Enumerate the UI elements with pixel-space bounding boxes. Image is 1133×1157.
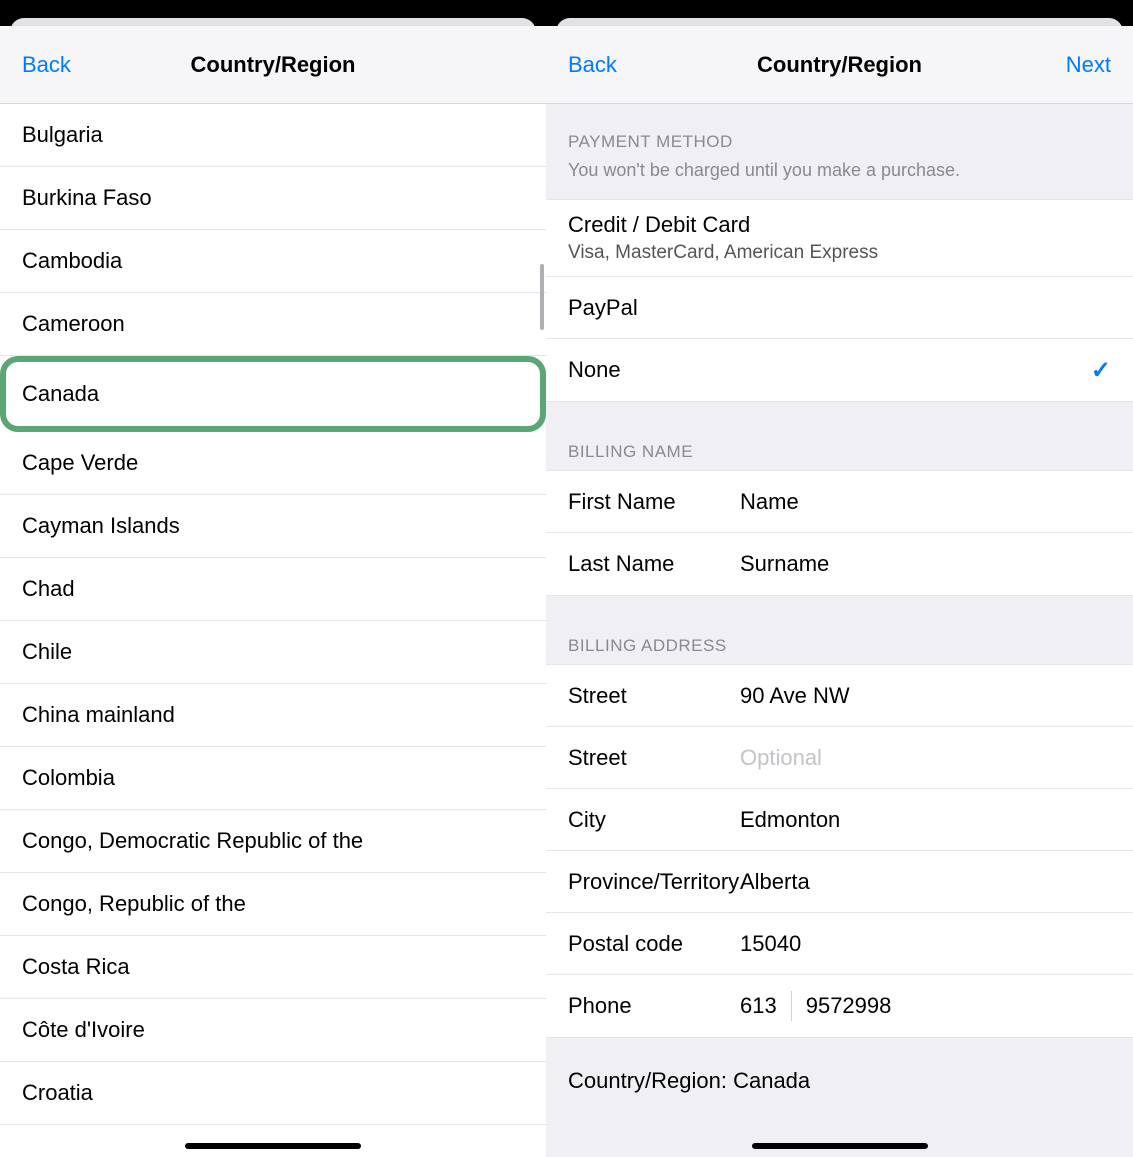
home-indicator[interactable] — [185, 1143, 361, 1149]
country-label: Chad — [22, 576, 75, 602]
separator — [791, 991, 792, 1021]
city-row[interactable]: City Edmonton — [546, 789, 1133, 851]
last-name-row[interactable]: Last Name Surname — [546, 533, 1133, 595]
checkmark-icon: ✓ — [1091, 356, 1111, 385]
province-row[interactable]: Province/Territory Alberta — [546, 851, 1133, 913]
country-row[interactable]: China mainland — [0, 684, 546, 747]
payment-options-group: Credit / Debit Card Visa, MasterCard, Am… — [546, 199, 1133, 402]
phone-row[interactable]: Phone 613 9572998 — [546, 975, 1133, 1037]
country-row[interactable]: Costa Rica — [0, 936, 546, 999]
last-name-value[interactable]: Surname — [740, 551, 1111, 577]
country-row[interactable]: Cameroon — [0, 293, 546, 356]
phone-number[interactable]: 9572998 — [806, 993, 892, 1019]
country-label: Cameroon — [22, 311, 125, 337]
country-row[interactable]: Congo, Democratic Republic of the — [0, 810, 546, 873]
province-value[interactable]: Alberta — [740, 869, 1111, 895]
street2-placeholder[interactable]: Optional — [740, 745, 1111, 771]
page-title: Country/Region — [757, 52, 922, 78]
country-label: Cape Verde — [22, 450, 138, 476]
country-row[interactable]: Cape Verde — [0, 432, 546, 495]
page-title: Country/Region — [191, 52, 356, 78]
nav-bar: Back Country/Region — [0, 26, 546, 104]
country-row[interactable]: Chile — [0, 621, 546, 684]
payment-paypal-label: PayPal — [568, 295, 638, 321]
country-row-highlighted[interactable]: Canada — [0, 356, 546, 432]
street-value[interactable]: 90 Ave NW — [740, 683, 1111, 709]
form-content[interactable]: PAYMENT METHOD You won't be charged unti… — [546, 104, 1133, 1157]
screen-billing-form: Back Country/Region Next PAYMENT METHOD … — [546, 0, 1133, 1157]
country-label: Cayman Islands — [22, 513, 180, 539]
country-row[interactable]: Croatia — [0, 1062, 546, 1125]
billing-name-group: First Name Name Last Name Surname — [546, 470, 1133, 596]
payment-none-label: None — [568, 357, 621, 383]
phone-prefix[interactable]: 613 — [740, 993, 777, 1019]
section-header-payment: PAYMENT METHOD — [546, 104, 1133, 160]
street2-row[interactable]: Street Optional — [546, 727, 1133, 789]
street-row[interactable]: Street 90 Ave NW — [546, 665, 1133, 727]
country-label: Costa Rica — [22, 954, 130, 980]
postal-label: Postal code — [568, 931, 740, 957]
first-name-value[interactable]: Name — [740, 489, 1111, 515]
first-name-label: First Name — [568, 489, 740, 515]
status-bar — [0, 0, 546, 26]
country-label: Côte d'Ivoire — [22, 1017, 145, 1043]
street2-label: Street — [568, 745, 740, 771]
province-label: Province/Territory — [568, 869, 740, 895]
last-name-label: Last Name — [568, 551, 740, 577]
country-row[interactable]: Côte d'Ivoire — [0, 999, 546, 1062]
phone-label: Phone — [568, 993, 740, 1019]
payment-option-none[interactable]: None ✓ — [546, 339, 1133, 401]
country-label: China mainland — [22, 702, 175, 728]
payment-card-subtitle: Visa, MasterCard, American Express — [568, 242, 878, 264]
country-label: Cambodia — [22, 248, 122, 274]
section-sub-payment: You won't be charged until you make a pu… — [546, 160, 1133, 199]
country-label: Congo, Republic of the — [22, 891, 246, 917]
scrollbar-thumb[interactable] — [540, 264, 544, 330]
country-label: Colombia — [22, 765, 115, 791]
payment-option-paypal[interactable]: PayPal — [546, 277, 1133, 339]
home-indicator[interactable] — [752, 1143, 928, 1149]
city-value[interactable]: Edmonton — [740, 807, 1111, 833]
section-header-billing-name: BILLING NAME — [546, 402, 1133, 470]
country-label: Croatia — [22, 1080, 93, 1106]
back-button[interactable]: Back — [568, 52, 617, 77]
country-label: Chile — [22, 639, 72, 665]
country-row[interactable]: Bulgaria — [0, 104, 546, 167]
country-label: Bulgaria — [22, 122, 103, 148]
payment-option-card[interactable]: Credit / Debit Card Visa, MasterCard, Am… — [546, 200, 1133, 277]
country-label: Burkina Faso — [22, 185, 152, 211]
postal-row[interactable]: Postal code 15040 — [546, 913, 1133, 975]
next-button[interactable]: Next — [1066, 52, 1111, 77]
status-bar — [546, 0, 1133, 26]
country-row[interactable]: Cambodia — [0, 230, 546, 293]
country-list[interactable]: Bulgaria Burkina Faso Cambodia Cameroon Cana… — [0, 104, 546, 1157]
billing-address-group: Street 90 Ave NW Street Optional City Ed… — [546, 664, 1133, 1038]
country-row[interactable]: Burkina Faso — [0, 167, 546, 230]
country-row[interactable]: Congo, Republic of the — [0, 873, 546, 936]
country-row[interactable]: Chad — [0, 558, 546, 621]
back-button[interactable]: Back — [22, 52, 71, 77]
country-row[interactable]: Cayman Islands — [0, 495, 546, 558]
street-label: Street — [568, 683, 740, 709]
screen-country-list: Back Country/Region Bulgaria Burkina Faso… — [0, 0, 546, 1157]
postal-value[interactable]: 15040 — [740, 931, 1111, 957]
country-label: Congo, Democratic Republic of the — [22, 828, 363, 854]
section-header-billing-address: BILLING ADDRESS — [546, 596, 1133, 664]
country-row[interactable]: Colombia — [0, 747, 546, 810]
nav-bar: Back Country/Region Next — [546, 26, 1133, 104]
first-name-row[interactable]: First Name Name — [546, 471, 1133, 533]
city-label: City — [568, 807, 740, 833]
country-label: Canada — [22, 381, 99, 407]
country-region-summary[interactable]: Country/Region: Canada — [546, 1038, 1133, 1094]
payment-card-title: Credit / Debit Card — [568, 212, 750, 238]
